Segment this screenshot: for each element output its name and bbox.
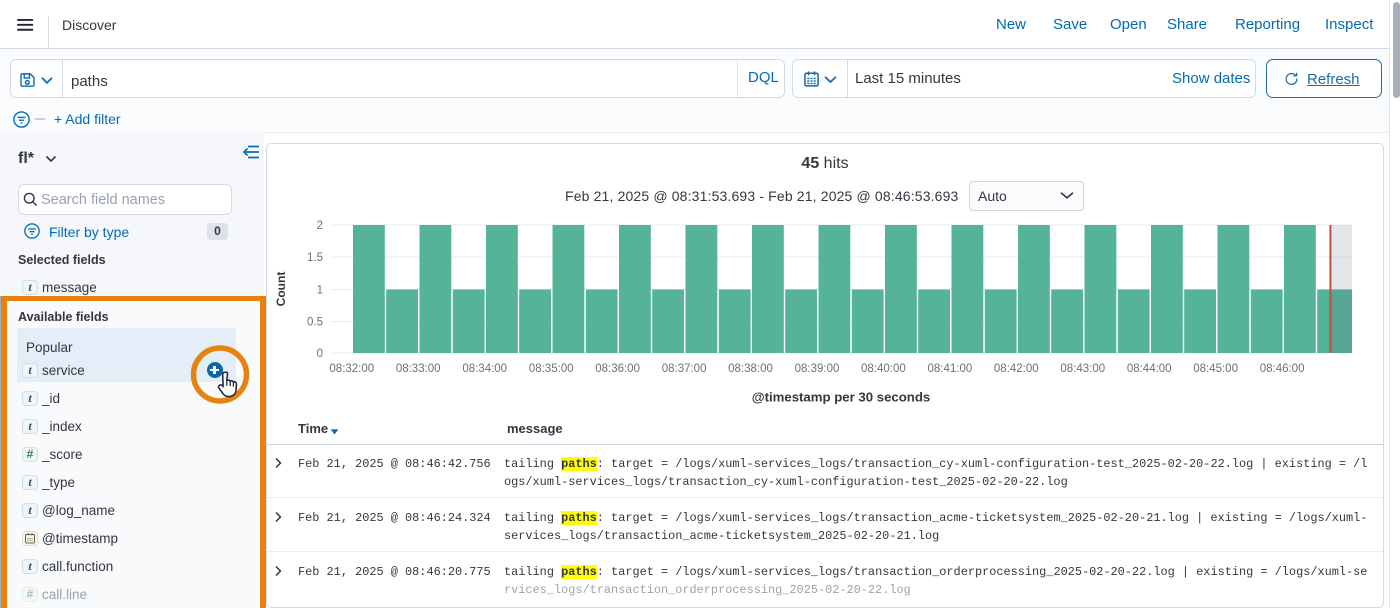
svg-text:08:40:00: 08:40:00 (861, 363, 906, 375)
svg-text:08:32:00: 08:32:00 (329, 363, 374, 375)
svg-text:2: 2 (317, 220, 323, 232)
svg-text:08:39:00: 08:39:00 (795, 363, 840, 375)
svg-text:08:38:00: 08:38:00 (728, 363, 773, 375)
svg-text:08:43:00: 08:43:00 (1060, 363, 1105, 375)
svg-text:1: 1 (317, 285, 323, 297)
svg-text:Count: Count (274, 272, 288, 307)
svg-text:1.5: 1.5 (307, 252, 323, 264)
svg-text:0: 0 (317, 348, 323, 360)
svg-text:@timestamp per 30 seconds: @timestamp per 30 seconds (752, 390, 931, 405)
svg-text:08:41:00: 08:41:00 (928, 363, 973, 375)
svg-text:08:45:00: 08:45:00 (1193, 363, 1238, 375)
svg-text:08:35:00: 08:35:00 (529, 363, 574, 375)
svg-text:08:33:00: 08:33:00 (396, 363, 441, 375)
svg-text:08:42:00: 08:42:00 (994, 363, 1039, 375)
svg-text:08:46:00: 08:46:00 (1260, 363, 1305, 375)
svg-text:08:37:00: 08:37:00 (662, 363, 707, 375)
svg-text:08:36:00: 08:36:00 (595, 363, 640, 375)
svg-text:08:34:00: 08:34:00 (462, 363, 507, 375)
svg-text:0.5: 0.5 (307, 317, 323, 329)
svg-text:08:44:00: 08:44:00 (1127, 363, 1172, 375)
